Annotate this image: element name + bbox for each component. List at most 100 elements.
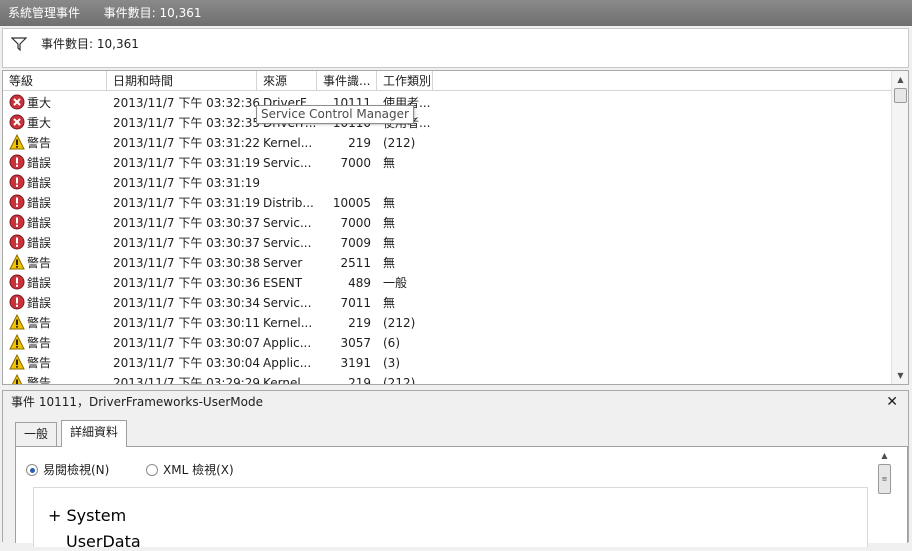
scroll-down-icon[interactable]: ▼ (892, 367, 908, 384)
filter-bar: 事件數目: 10,361 (2, 28, 909, 68)
cell-source: Kernel... (263, 316, 313, 330)
table-row[interactable]: 錯誤 2013/11/7 下午 03:30:37 Servic... 7000 無 (3, 213, 891, 233)
cell-task: (6) (383, 336, 400, 350)
cell-date: 2013/11/7 下午 03:30:04 (113, 356, 261, 370)
table-row[interactable]: 警告 2013/11/7 下午 03:30:38 Server 2511 無 (3, 253, 891, 273)
cell-level-text: 警告 (27, 316, 52, 330)
error-icon (9, 274, 25, 290)
column-header-source[interactable]: 來源 (257, 71, 317, 91)
event-list[interactable]: 等級 日期和時間 來源 事件識... 工作類別 重大 2013/11/7 下午 0… (2, 70, 909, 385)
cell-level-text: 錯誤 (27, 276, 52, 290)
table-row[interactable]: 重大 2013/11/7 下午 03:32:36 DriverF... 10111 使用… (3, 93, 891, 113)
cell-level-text: 錯誤 (27, 196, 52, 210)
cell-task: (212) (383, 376, 416, 385)
error-icon (9, 194, 25, 210)
cell-level-text: 錯誤 (27, 296, 52, 310)
cell-source: Servic... (263, 296, 312, 310)
detail-scrollbar[interactable]: ▲ ≡ (876, 447, 893, 507)
cell-task: (3) (383, 356, 400, 370)
cell-source: Applic... (263, 356, 312, 370)
tab-general[interactable]: 一般 (15, 422, 58, 446)
cell-level-text: 錯誤 (27, 176, 52, 190)
table-row[interactable]: 警告 2013/11/7 下午 03:30:04 Applic... 3191 (3) (3, 353, 891, 373)
column-header-row: 等級 日期和時間 來源 事件識... 工作類別 (3, 71, 891, 91)
column-header-task[interactable]: 工作類別 (377, 71, 433, 91)
cell-level: 重大 (9, 113, 105, 133)
table-row[interactable]: 警告 2013/11/7 下午 03:29:29 Kernel... 219 (212) (3, 373, 891, 385)
cell-event-id: 219 (348, 136, 371, 150)
tree-node-system[interactable]: + System (48, 506, 126, 525)
close-icon[interactable]: ✕ (886, 391, 898, 413)
cell-date: 2013/11/7 下午 03:30:38 (113, 256, 261, 270)
cell-date: 2013/11/7 下午 03:31:19 (113, 156, 261, 170)
cell-task: (212) (383, 316, 416, 330)
cell-event-id: 7011 (340, 296, 371, 310)
cell-source: Servic... (263, 216, 312, 230)
table-row[interactable]: 錯誤 2013/11/7 下午 03:31:19 Servic... 7000 無 (3, 153, 891, 173)
cell-source: Servic... (263, 236, 312, 250)
cell-task: (212) (383, 136, 416, 150)
cell-date: 2013/11/7 下午 03:32:36 (113, 96, 261, 110)
window-event-count: 事件數目: 10,361 (103, 6, 202, 20)
cell-date: 2013/11/7 下午 03:30:37 (113, 236, 261, 250)
event-detail-pane: 事件 10111，DriverFrameworks-UserMode ✕ 一般 … (2, 390, 909, 551)
event-list-scrollbar[interactable]: ▲ ▼ (891, 71, 908, 384)
table-row[interactable]: 警告 2013/11/7 下午 03:31:22 Kernel... 219 (212) (3, 133, 891, 153)
event-rows: 重大 2013/11/7 下午 03:32:36 DriverF... 10111 使用… (3, 93, 891, 385)
cell-date: 2013/11/7 下午 03:30:07 (113, 336, 261, 350)
cell-level-text: 錯誤 (27, 236, 52, 250)
cell-event-id: 219 (348, 376, 371, 385)
detail-title: 事件 10111，DriverFrameworks-UserMode (11, 395, 263, 409)
cell-date: 2013/11/7 下午 03:32:35 (113, 116, 261, 130)
table-row[interactable]: 錯誤 2013/11/7 下午 03:30:34 Servic... 7011 無 (3, 293, 891, 313)
table-row[interactable]: 錯誤 2013/11/7 下午 03:30:36 ESENT 489 一般 (3, 273, 891, 293)
error-icon (9, 294, 25, 310)
table-row[interactable]: 重大2013/11/7 下午 03:32:35DriverF...10110使用… (3, 113, 891, 133)
column-header-event-id[interactable]: 事件識... (317, 71, 377, 91)
cell-task: 無 (383, 256, 396, 270)
table-row[interactable]: 錯誤 2013/11/7 下午 03:31:19 (3, 173, 891, 193)
cell-source: Kernel... (263, 136, 313, 150)
cell-level-text: 警告 (27, 376, 52, 385)
column-header-date[interactable]: 日期和時間 (107, 71, 257, 91)
error-icon (9, 174, 25, 190)
radio-friendly-label: 易閱檢視(N) (43, 463, 110, 477)
cell-source: Distrib... (263, 196, 314, 210)
cell-event-id: 3057 (340, 336, 371, 350)
cell-level: 錯誤 (9, 153, 105, 173)
detail-header: 事件 10111，DriverFrameworks-UserMode ✕ (3, 391, 908, 413)
scroll-thumb[interactable] (894, 88, 907, 103)
detail-scroll-up-icon[interactable]: ▲ (876, 447, 893, 464)
cell-task (383, 173, 443, 193)
cell-event-id: 489 (348, 276, 371, 290)
source-tooltip: Service Control Manager (256, 105, 414, 124)
table-row[interactable]: 警告 2013/11/7 下午 03:30:11 Kernel... 219 (212) (3, 313, 891, 333)
cell-level: 警告 (9, 333, 105, 353)
cell-level: 警告 (9, 313, 105, 333)
cell-task: 無 (383, 216, 396, 230)
column-header-level[interactable]: 等級 (3, 71, 107, 91)
cell-level: 警告 (9, 133, 105, 153)
scroll-up-icon[interactable]: ▲ (892, 71, 908, 88)
cell-level: 錯誤 (9, 233, 105, 253)
cell-source (263, 173, 323, 193)
cell-level-text: 警告 (27, 256, 52, 270)
tab-details[interactable]: 詳細資料 (61, 420, 128, 447)
detail-scroll-thumb[interactable]: ≡ (878, 464, 891, 494)
table-row[interactable]: 錯誤 2013/11/7 下午 03:30:37 Servic... 7009 無 (3, 233, 891, 253)
filter-icon[interactable] (10, 37, 28, 54)
table-row[interactable]: 錯誤 2013/11/7 下午 03:31:19 Distrib... 10005 無 (3, 193, 891, 213)
cell-level-text: 重大 (27, 96, 52, 110)
cell-level: 錯誤 (9, 293, 105, 313)
cell-date: 2013/11/7 下午 03:30:36 (113, 276, 261, 290)
cell-level: 警告 (9, 253, 105, 273)
table-row[interactable]: 警告 2013/11/7 下午 03:30:07 Applic... 3057 (6) (3, 333, 891, 353)
cell-date: 2013/11/7 下午 03:30:11 (113, 316, 261, 330)
warning-icon (9, 333, 25, 350)
radio-xml-view[interactable]: XML 檢視(X) (146, 461, 234, 478)
cell-event-id: 3191 (340, 356, 371, 370)
cell-level-text: 警告 (27, 336, 52, 350)
warning-icon (9, 373, 25, 384)
critical-icon (9, 114, 25, 130)
radio-friendly-view[interactable]: 易閱檢視(N) (26, 461, 109, 478)
